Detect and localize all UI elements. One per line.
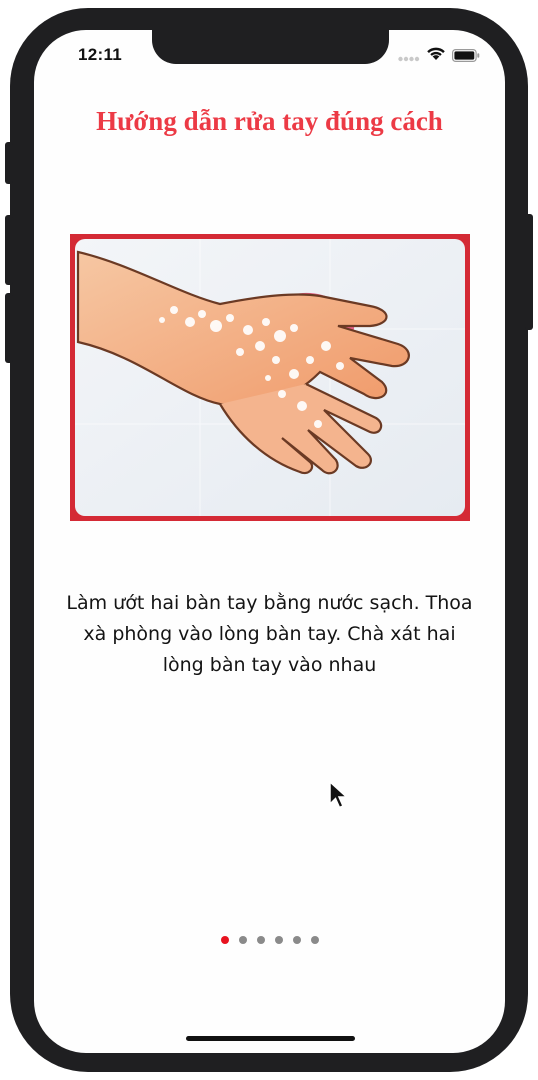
page-dot-1[interactable] bbox=[220, 936, 229, 944]
page-title: Hướng dẫn rửa tay đúng cách bbox=[96, 106, 443, 136]
volume-down-button bbox=[5, 293, 13, 363]
status-time: 12:11 bbox=[78, 45, 123, 64]
volume-up-button bbox=[5, 215, 13, 285]
page-dot-6[interactable] bbox=[310, 936, 319, 944]
wifi-icon bbox=[427, 47, 445, 60]
page-dot-5[interactable] bbox=[292, 936, 301, 944]
home-indicator[interactable] bbox=[186, 1036, 355, 1041]
page-dot-3[interactable] bbox=[256, 936, 265, 944]
page-dot-4[interactable] bbox=[274, 936, 283, 944]
battery-icon bbox=[452, 49, 480, 62]
silent-switch bbox=[5, 142, 13, 184]
page-dot-2[interactable] bbox=[238, 936, 247, 944]
mouse-pointer-icon bbox=[329, 780, 348, 809]
notch bbox=[152, 30, 389, 64]
power-button bbox=[525, 214, 533, 330]
page-indicator[interactable] bbox=[34, 936, 505, 944]
app-screen: 12:11 Hướng dẫn rửa tay đúng cách Làm ướ… bbox=[34, 30, 505, 1053]
step-description: Làm ướt hai bàn tay bằng nước sạch. Thoa… bbox=[66, 592, 473, 676]
cellular-signal-icon bbox=[398, 56, 420, 62]
hand-washing-illustration bbox=[70, 234, 470, 521]
